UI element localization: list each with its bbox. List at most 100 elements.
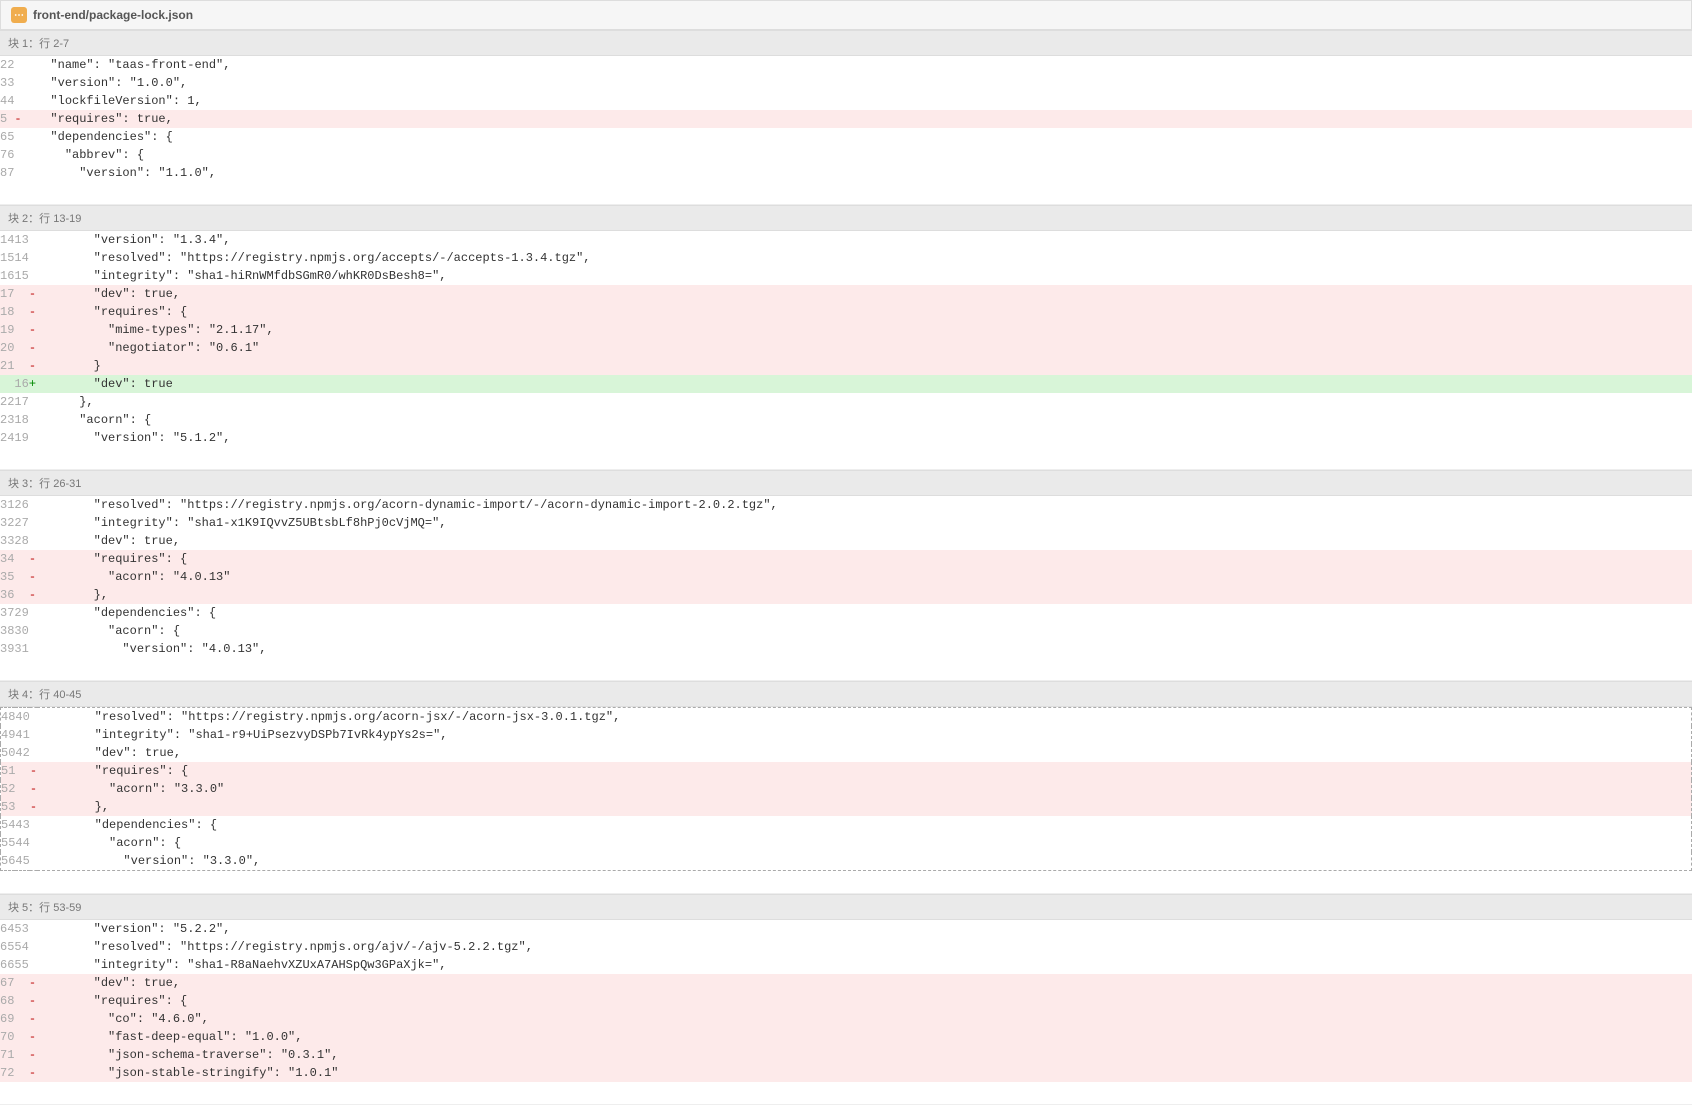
diff-row[interactable]: 53- }, [1,798,1692,816]
hunk-header[interactable]: 块 5：行 53-59 [0,894,1692,920]
hunk-header[interactable]: 块 3：行 26-31 [0,470,1692,496]
diff-row[interactable]: 1615 "integrity": "sha1-hiRnWMfdbSGmR0/w… [0,267,1692,285]
diff-row[interactable]: 6554 "resolved": "https://registry.npmjs… [0,938,1692,956]
diff-row[interactable]: 5544 "acorn": { [1,834,1692,852]
diff-row[interactable]: 2318 "acorn": { [0,411,1692,429]
diff-row[interactable]: 1514 "resolved": "https://registry.npmjs… [0,249,1692,267]
diff-row[interactable]: 70- "fast-deep-equal": "1.0.0", [0,1028,1692,1046]
hunk-block: 块 4：行 40-454840 "resolved": "https://reg… [0,681,1692,894]
diff-sign [29,920,36,938]
diff-sign [14,74,21,92]
diff-row[interactable]: 68- "requires": { [0,992,1692,1010]
line-number-new: 15 [14,267,28,285]
line-number-old: 2 [0,56,7,74]
diff-row[interactable]: 5645 "version": "3.3.0", [1,852,1692,871]
diff-row[interactable]: 35- "acorn": "4.0.13" [0,568,1692,586]
diff-row[interactable]: 3126 "resolved": "https://registry.npmjs… [0,496,1692,514]
diff-row[interactable]: 33 "version": "1.0.0", [0,74,1692,92]
diff-row[interactable]: 3227 "integrity": "sha1-x1K9IQvvZ5UBtsbL… [0,514,1692,532]
diff-code: "abbrev": { [22,146,1692,164]
diff-code: "acorn": { [36,622,1692,640]
diff-sign: - [30,762,37,780]
diff-row[interactable]: 3931 "version": "4.0.13", [0,640,1692,658]
diff-code: "dev": true, [36,285,1692,303]
diff-row[interactable]: 18- "requires": { [0,303,1692,321]
diff-row[interactable]: 4941 "integrity": "sha1-r9+UiPsezvyDSPb7… [1,726,1692,744]
diff-sign: - [29,1046,36,1064]
line-number-old: 35 [0,568,14,586]
line-number-old: 16 [0,267,14,285]
diff-row[interactable]: 51- "requires": { [1,762,1692,780]
diff-sign: - [30,780,37,798]
line-number-new: 42 [15,744,29,762]
diff-row[interactable]: 36- }, [0,586,1692,604]
diff-sign [29,532,36,550]
diff-code: "acorn": { [36,411,1692,429]
diff-sign [29,622,36,640]
diff-row[interactable]: 21- } [0,357,1692,375]
diff-row[interactable]: 6453 "version": "5.2.2", [0,920,1692,938]
hunk-spacer [0,1082,1692,1104]
diff-sign [29,956,36,974]
diff-row[interactable]: 3729 "dependencies": { [0,604,1692,622]
diff-row[interactable]: 5443 "dependencies": { [1,816,1692,834]
line-number-old: 55 [1,834,16,852]
line-number-new: 29 [14,604,28,622]
diff-row[interactable]: 76 "abbrev": { [0,146,1692,164]
line-number-old: 5 [0,110,7,128]
diff-code: "version": "3.3.0", [37,852,1691,871]
hunk-header[interactable]: 块 4：行 40-45 [0,681,1692,707]
diff-row[interactable]: 65 "dependencies": { [0,128,1692,146]
file-header[interactable]: ⋯ front-end/package-lock.json [0,0,1692,30]
diff-row[interactable]: 5042 "dev": true, [1,744,1692,762]
line-number-old: 22 [0,393,14,411]
diff-row[interactable]: 5- "requires": true, [0,110,1692,128]
line-number-new: 26 [14,496,28,514]
line-number-new: 40 [15,708,29,727]
line-number-new [15,798,29,816]
diff-row[interactable]: 17- "dev": true, [0,285,1692,303]
line-number-old: 8 [0,164,7,182]
diff-row[interactable]: 3830 "acorn": { [0,622,1692,640]
diff-sign: - [29,550,36,568]
diff-code: "version": "1.0.0", [22,74,1692,92]
file-modified-icon: ⋯ [11,7,27,23]
diff-code: "fast-deep-equal": "1.0.0", [36,1028,1692,1046]
diff-row[interactable]: 6655 "integrity": "sha1-R8aNaehvXZUxA7AH… [0,956,1692,974]
diff-row[interactable]: 71- "json-schema-traverse": "0.3.1", [0,1046,1692,1064]
line-number-new [14,357,28,375]
diff-code: "name": "taas-front-end", [22,56,1692,74]
diff-row[interactable]: 4840 "resolved": "https://registry.npmjs… [1,708,1692,727]
line-number-old: 67 [0,974,14,992]
diff-row[interactable]: 1413 "version": "1.3.4", [0,231,1692,249]
diff-row[interactable]: 72- "json-stable-stringify": "1.0.1" [0,1064,1692,1082]
diff-code: "co": "4.6.0", [36,1010,1692,1028]
diff-row[interactable]: 69- "co": "4.6.0", [0,1010,1692,1028]
diff-row[interactable]: 22 "name": "taas-front-end", [0,56,1692,74]
hunk-header[interactable]: 块 1：行 2-7 [0,30,1692,56]
line-number-new [14,321,28,339]
diff-row[interactable]: 34- "requires": { [0,550,1692,568]
diff-sign [30,726,37,744]
diff-row[interactable]: 20- "negotiator": "0.6.1" [0,339,1692,357]
diff-row[interactable]: 67- "dev": true, [0,974,1692,992]
diff-row[interactable]: 16+ "dev": true [0,375,1692,393]
line-number-new: 45 [15,852,29,871]
diff-row[interactable]: 3328 "dev": true, [0,532,1692,550]
diff-sign: - [29,992,36,1010]
line-number-old: 18 [0,303,14,321]
hunk-header[interactable]: 块 2：行 13-19 [0,205,1692,231]
diff-row[interactable]: 87 "version": "1.1.0", [0,164,1692,182]
line-number-new: 18 [14,411,28,429]
diff-sign: - [29,974,36,992]
diff-row[interactable]: 19- "mime-types": "2.1.17", [0,321,1692,339]
diff-code: "dev": true, [36,974,1692,992]
line-number-new: 16 [14,375,28,393]
line-number-new: 54 [14,938,28,956]
line-number-new [14,1028,28,1046]
diff-row[interactable]: 2217 }, [0,393,1692,411]
diff-row[interactable]: 52- "acorn": "3.3.0" [1,780,1692,798]
diff-row[interactable]: 44 "lockfileVersion": 1, [0,92,1692,110]
hunk-spacer [0,871,1692,893]
diff-row[interactable]: 2419 "version": "5.1.2", [0,429,1692,447]
